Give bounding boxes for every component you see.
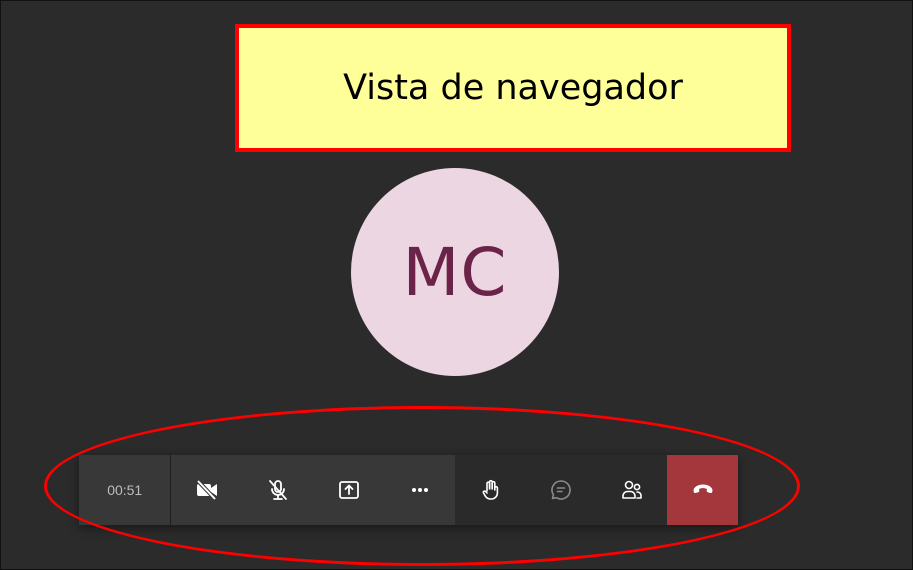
more-options-button[interactable]: [384, 455, 455, 525]
call-toolbar: 00:51: [79, 455, 738, 525]
camera-toggle-button[interactable]: [171, 455, 242, 525]
participants-icon: [620, 478, 644, 502]
hang-up-button[interactable]: [667, 455, 738, 525]
chat-button[interactable]: [526, 455, 597, 525]
meeting-stage: Vista de navegador MC 00:51: [0, 0, 913, 570]
call-side-controls: [455, 455, 668, 525]
more-options-icon: [408, 478, 432, 502]
annotation-callout: Vista de navegador: [235, 24, 791, 152]
chat-icon: [549, 478, 573, 502]
call-timer-text: 00:51: [107, 482, 143, 498]
camera-off-icon: [195, 478, 219, 502]
avatar-initials: MC: [402, 233, 508, 311]
call-controls: [171, 455, 456, 525]
raise-hand-icon: [479, 478, 503, 502]
share-screen-icon: [337, 478, 361, 502]
participant-avatar: MC: [351, 168, 559, 376]
call-timer: 00:51: [79, 455, 172, 525]
mic-off-icon: [266, 478, 290, 502]
participants-button[interactable]: [597, 455, 668, 525]
hang-up-icon: [691, 476, 715, 505]
callout-text: Vista de navegador: [343, 68, 683, 108]
mic-toggle-button[interactable]: [242, 455, 313, 525]
share-screen-button[interactable]: [313, 455, 384, 525]
raise-hand-button[interactable]: [455, 455, 526, 525]
